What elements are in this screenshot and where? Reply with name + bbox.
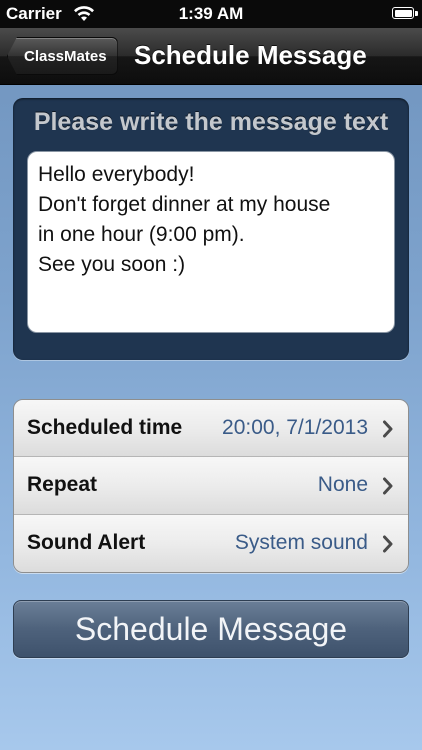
setting-value: None [317,473,368,497]
chevron-right-icon [383,477,393,495]
setting-label: Sound Alert [27,530,146,554]
navigation-bar: ClassMates Schedule Message [0,28,422,85]
scheduled-time-row[interactable]: Scheduled time 20:00, 7/1/2013 [14,400,408,458]
battery-icon [392,7,418,19]
back-button[interactable]: ClassMates [7,37,118,75]
chevron-right-icon [383,420,393,438]
setting-value: System sound [234,530,368,554]
setting-value: 20:00, 7/1/2013 [222,416,368,439]
sound-alert-row[interactable]: Sound Alert System sound [14,514,408,572]
page-title: Schedule Message [134,40,367,70]
message-heading: Please write the message text [33,108,389,136]
setting-label: Repeat [27,473,98,497]
repeat-row[interactable]: Repeat None [14,457,408,515]
setting-label: Scheduled time [27,416,183,439]
settings-group: Scheduled time 20:00, 7/1/2013 Repeat No… [13,399,409,573]
chevron-right-icon [383,535,393,553]
schedule-message-button[interactable]: Schedule Message [13,600,409,658]
status-time: 1:39 AM [178,4,244,23]
message-panel: Please write the message text [13,98,409,360]
status-bar: Carrier 1:39 AM [0,0,422,28]
battery-level [394,9,412,17]
message-text-input[interactable] [27,151,395,333]
